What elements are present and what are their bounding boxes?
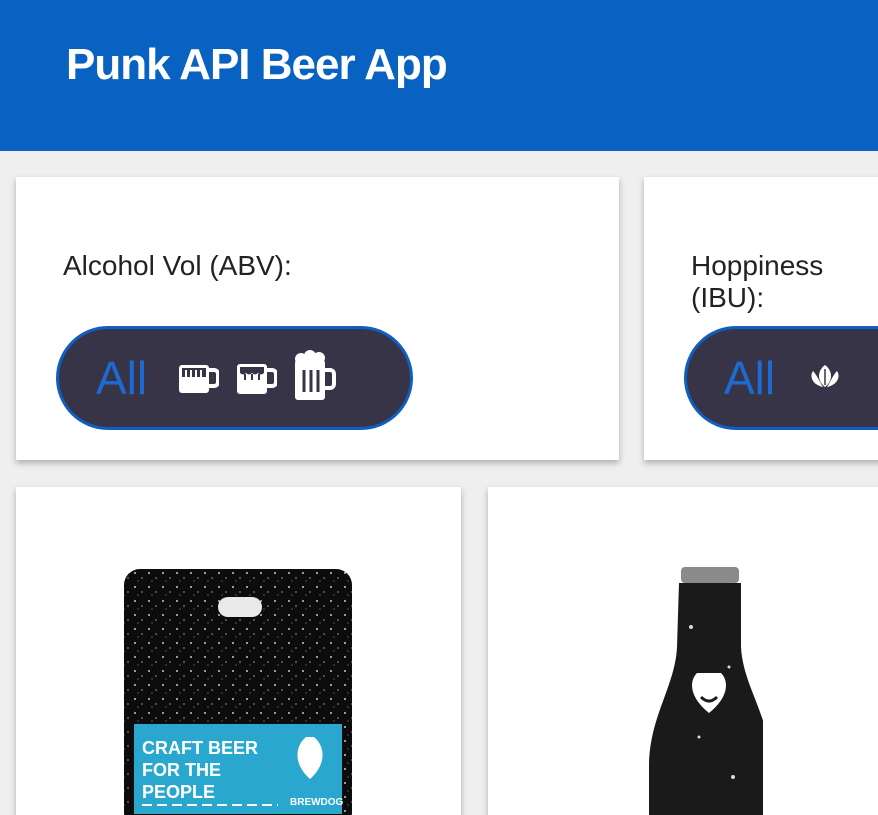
can-text-line-2: FOR THE xyxy=(142,760,221,780)
can-brand-text: BREWDOG xyxy=(290,797,344,808)
abv-filter-label: Alcohol Vol (ABV): xyxy=(63,250,292,281)
mug-medium-icon[interactable] xyxy=(235,356,279,401)
app-title: Punk API Beer App xyxy=(66,40,448,89)
beer-card[interactable] xyxy=(488,487,878,815)
mug-low-icon[interactable] xyxy=(177,357,221,400)
hop-icon[interactable] xyxy=(805,361,845,396)
app-header: Punk API Beer App xyxy=(0,0,878,151)
can-text-line-1: CRAFT BEER xyxy=(142,738,258,758)
beer-card[interactable]: CRAFT BEER FOR THE PEOPLE BREWDOG xyxy=(16,487,461,815)
mug-high-icon[interactable] xyxy=(293,349,337,407)
beer-bottle-image xyxy=(649,567,763,815)
ibu-filter-card: Hoppiness (IBU): All xyxy=(644,177,878,460)
ibu-filter-toggle: All xyxy=(684,326,878,430)
ibu-all-option[interactable]: All xyxy=(724,351,775,405)
abv-all-option[interactable]: All xyxy=(96,351,147,405)
ibu-filter-label: Hoppiness (IBU): xyxy=(691,250,824,313)
abv-filter-card: Alcohol Vol (ABV): All xyxy=(16,177,619,460)
beer-can-image: CRAFT BEER FOR THE PEOPLE BREWDOG xyxy=(124,569,352,815)
can-text-line-3: PEOPLE xyxy=(142,782,215,802)
abv-filter-toggle: All xyxy=(56,326,413,430)
